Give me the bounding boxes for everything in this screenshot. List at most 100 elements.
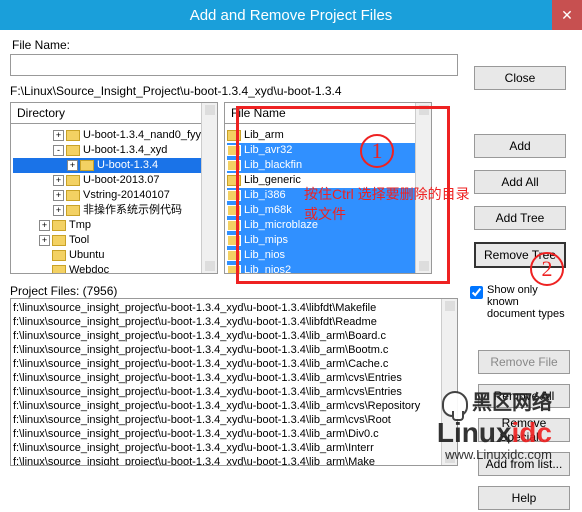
file-row[interactable]: Lib_microblaze [227, 218, 429, 233]
expand-icon[interactable]: + [39, 235, 50, 246]
folder-icon [66, 175, 80, 186]
folder-icon [227, 175, 241, 186]
project-file-row[interactable]: f:\linux\source_insight_project\u-boot-1… [13, 301, 455, 315]
file-row[interactable]: Lib_blackfin [227, 158, 429, 173]
folder-icon [52, 265, 66, 274]
remove-all-button[interactable]: Remove All [478, 384, 570, 408]
tree-label: U-boot-1.3.4 [97, 158, 158, 173]
folder-icon [227, 220, 241, 231]
tree-row[interactable]: +U-boot-1.3.4_nand0_fyy [13, 128, 215, 143]
file-label: Lib_nios [244, 248, 285, 263]
tree-label: U-boot-2013.07 [83, 173, 159, 188]
expand-icon[interactable]: + [53, 190, 64, 201]
file-row[interactable]: Lib_generic [227, 173, 429, 188]
help-button[interactable]: Help [478, 486, 570, 510]
folder-icon [227, 160, 241, 171]
folder-icon [52, 220, 66, 231]
expand-icon[interactable]: + [67, 160, 78, 171]
close-button[interactable]: Close [474, 66, 566, 90]
project-file-row[interactable]: f:\linux\source_insight_project\u-boot-1… [13, 385, 455, 399]
expand-icon[interactable]: + [53, 130, 64, 141]
tree-row[interactable]: + 非操作系统示例代码 [13, 203, 215, 218]
file-row[interactable]: Lib_nios [227, 248, 429, 263]
expand-icon[interactable]: - [53, 145, 64, 156]
show-known-types-label: Show only known document types [487, 284, 570, 320]
folder-icon [66, 130, 80, 141]
tree-label: Tool [69, 233, 89, 248]
file-row[interactable]: Lib_mips [227, 233, 429, 248]
expand-icon[interactable] [39, 265, 50, 274]
project-file-row[interactable]: f:\linux\source_insight_project\u-boot-1… [13, 413, 455, 427]
file-row[interactable]: Lib_avr32 [227, 143, 429, 158]
tree-label: Vstring-20140107 [83, 188, 170, 203]
folder-icon [80, 160, 94, 171]
tree-row[interactable]: Ubuntu [13, 248, 215, 263]
folder-icon [227, 250, 241, 261]
tree-row[interactable]: + U-boot-1.3.4 [13, 158, 215, 173]
file-row[interactable]: Lib_nios2 [227, 263, 429, 274]
filename-input[interactable] [10, 54, 458, 76]
project-file-row[interactable]: f:\linux\source_insight_project\u-boot-1… [13, 329, 455, 343]
file-row[interactable]: Lib_m68k [227, 203, 429, 218]
window-title: Add and Remove Project Files [190, 7, 393, 24]
file-panel[interactable]: File Name Lib_armLib_avr32Lib_blackfinLi… [224, 102, 432, 274]
directory-panel[interactable]: Directory +U-boot-1.3.4_nand0_fyy - U-boot… [10, 102, 218, 274]
window-close-button[interactable]: ✕ [552, 0, 582, 30]
show-known-types-checkbox[interactable] [470, 286, 483, 299]
folder-icon [66, 205, 80, 216]
project-file-row[interactable]: f:\linux\source_insight_project\u-boot-1… [13, 441, 455, 455]
scrollbar[interactable] [415, 103, 431, 273]
tree-label: Ubuntu [69, 248, 104, 263]
tree-row[interactable]: + Tmp [13, 218, 215, 233]
file-label: Lib_blackfin [244, 158, 302, 173]
window-controls: ✕ [552, 0, 582, 30]
project-file-row[interactable]: f:\linux\source_insight_project\u-boot-1… [13, 455, 455, 466]
scrollbar[interactable] [441, 299, 457, 465]
expand-icon[interactable]: + [53, 205, 64, 216]
scrollbar[interactable] [201, 103, 217, 273]
folder-icon [227, 205, 241, 216]
file-label: Lib_i386 [244, 188, 286, 203]
tree-label: 非操作系统示例代码 [83, 203, 182, 218]
expand-icon[interactable] [39, 250, 50, 261]
filename-label: File Name: [12, 38, 572, 52]
tree-label: U-boot-1.3.4_xyd [83, 143, 167, 158]
project-file-row[interactable]: f:\linux\source_insight_project\u-boot-1… [13, 357, 455, 371]
file-label: Lib_microblaze [244, 218, 318, 233]
file-label: Lib_avr32 [244, 143, 292, 158]
folder-icon [227, 235, 241, 246]
tree-label: Webdoc [69, 263, 109, 274]
tree-row[interactable]: + Tool [13, 233, 215, 248]
tree-row[interactable]: Webdoc [13, 263, 215, 274]
add-from-list-button[interactable]: Add from list... [478, 452, 570, 476]
expand-icon[interactable]: + [39, 220, 50, 231]
file-label: Lib_nios2 [244, 263, 291, 274]
folder-icon [66, 190, 80, 201]
add-button[interactable]: Add [474, 134, 566, 158]
project-file-row[interactable]: f:\linux\source_insight_project\u-boot-1… [13, 315, 455, 329]
file-label: Lib_generic [244, 173, 301, 188]
project-file-row[interactable]: f:\linux\source_insight_project\u-boot-1… [13, 427, 455, 441]
add-all-button[interactable]: Add All [474, 170, 566, 194]
tree-row[interactable]: - U-boot-1.3.4_xyd [13, 143, 215, 158]
directory-header: Directory [11, 103, 217, 124]
expand-icon[interactable]: + [53, 175, 64, 186]
folder-icon [227, 190, 241, 201]
tree-label: Tmp [69, 218, 91, 233]
remove-file-button[interactable]: Remove File [478, 350, 570, 374]
file-row[interactable]: Lib_arm [227, 128, 429, 143]
file-row[interactable]: Lib_i386 [227, 188, 429, 203]
project-file-row[interactable]: f:\linux\source_insight_project\u-boot-1… [13, 399, 455, 413]
tree-row[interactable]: + Vstring-20140107 [13, 188, 215, 203]
project-files-list[interactable]: f:\linux\source_insight_project\u-boot-1… [10, 298, 458, 466]
folder-icon [227, 265, 241, 274]
project-file-row[interactable]: f:\linux\source_insight_project\u-boot-1… [13, 371, 455, 385]
add-tree-button[interactable]: Add Tree [474, 206, 566, 230]
remove-tree-button[interactable]: Remove Tree [474, 242, 566, 268]
project-file-row[interactable]: f:\linux\source_insight_project\u-boot-1… [13, 343, 455, 357]
folder-icon [227, 145, 241, 156]
folder-icon [52, 235, 66, 246]
file-label: Lib_arm [244, 128, 284, 143]
tree-row[interactable]: + U-boot-2013.07 [13, 173, 215, 188]
remove-special-button[interactable]: Remove Special... [478, 418, 570, 442]
